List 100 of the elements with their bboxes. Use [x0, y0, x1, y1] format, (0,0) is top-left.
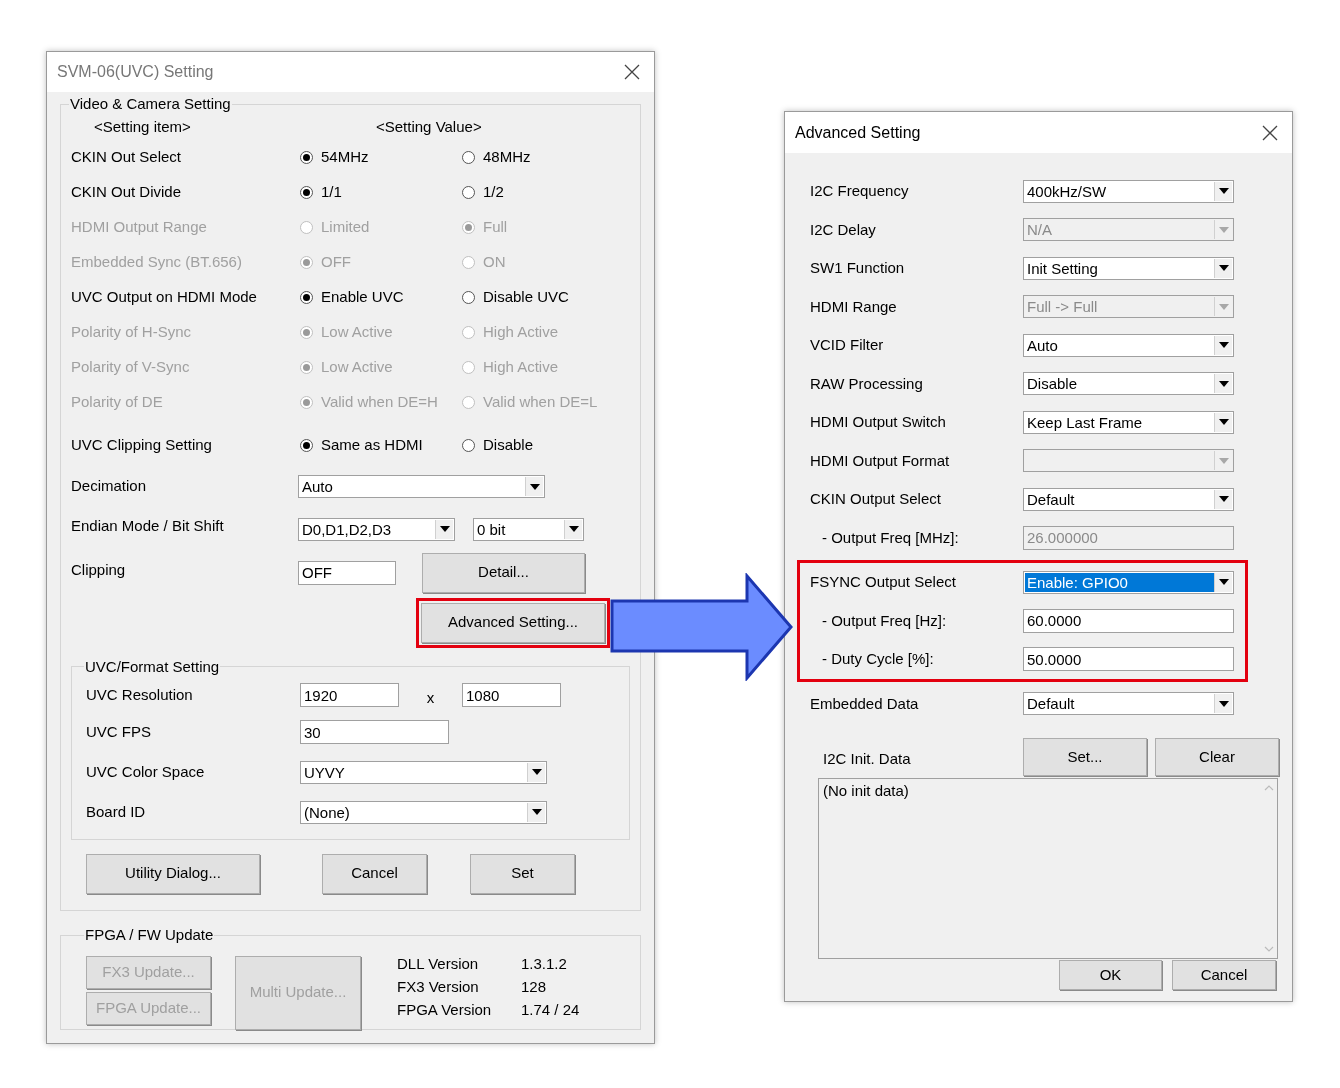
caret-icon: [1218, 303, 1229, 310]
text-field[interactable]: 50.0000: [1023, 647, 1234, 672]
setting-label: VCID Filter: [810, 335, 885, 355]
field-label: Clipping: [71, 559, 127, 580]
setting-label: I2C Delay: [810, 219, 877, 240]
field-label: DLL Version: [397, 953, 480, 974]
button[interactable]: Utility Dialog...: [86, 853, 260, 894]
dropdown[interactable]: Keep Last Frame: [1023, 410, 1234, 434]
button[interactable]: Clear: [1155, 738, 1279, 776]
column-header: <Setting Value>: [376, 117, 482, 138]
group-title: Video & Camera Setting: [69, 94, 232, 114]
scroll-down-icon[interactable]: [1263, 946, 1274, 952]
caret-icon: [531, 809, 542, 815]
option-label: 1/1: [321, 181, 342, 202]
dropdown[interactable]: Auto: [1023, 333, 1234, 357]
option-label: Disable: [483, 434, 534, 455]
field-label: Board ID: [86, 801, 147, 822]
radio-button[interactable]: [462, 185, 475, 199]
radio-button[interactable]: [300, 438, 313, 452]
setting-label: HDMI Output Switch: [810, 412, 947, 432]
caret-icon: [1218, 380, 1229, 387]
text-field[interactable]: OFF: [298, 560, 396, 585]
button[interactable]: Cancel: [322, 853, 427, 894]
setting-label: RAW Processing: [810, 373, 924, 394]
radio-button[interactable]: [300, 290, 313, 304]
dropdown[interactable]: Init Setting: [1023, 256, 1234, 280]
setting-label: - Duty Cycle [%]:: [821, 649, 935, 669]
field-label: I2C Init. Data: [823, 748, 912, 769]
dropdown[interactable]: (None): [300, 800, 547, 824]
group-title: UVC/Format Setting: [84, 656, 221, 677]
setting-label: CKIN Output Select: [810, 489, 942, 509]
caret-icon: [1218, 419, 1229, 426]
text-area-content: (No init data): [823, 782, 909, 799]
dropdown[interactable]: D0,D1,D2,D3: [298, 517, 455, 541]
radio-button[interactable]: [462, 150, 475, 164]
version-value: 128: [521, 976, 547, 997]
setting-label: Polarity of V-Sync: [71, 356, 191, 377]
setting-label: SW1 Function: [810, 258, 906, 278]
dropdown[interactable]: 400kHz/SW: [1023, 179, 1234, 203]
option-label: Valid when DE=H: [321, 391, 438, 412]
button[interactable]: Detail...: [422, 552, 585, 593]
caret-icon: [1218, 457, 1229, 464]
setting-label: FSYNC Output Select: [810, 572, 957, 592]
setting-label: CKIN Out Select: [71, 146, 183, 167]
text-area[interactable]: (No init data): [818, 778, 1278, 959]
group-title: FPGA / FW Update: [84, 925, 215, 945]
setting-label: HDMI Range: [810, 296, 898, 317]
scroll-up-icon[interactable]: [1263, 785, 1274, 791]
dropdown[interactable]: Auto: [298, 475, 545, 498]
dropdown[interactable]: Default: [1023, 487, 1234, 511]
option-label: Same as HDMI: [321, 434, 423, 455]
setting-label: CKIN Out Divide: [71, 181, 183, 202]
setting-label: Polarity of H-Sync: [71, 321, 193, 342]
button[interactable]: Advanced Setting...: [421, 602, 605, 643]
button[interactable]: Cancel: [1172, 960, 1276, 990]
text-field[interactable]: 30: [300, 720, 449, 744]
setting-label: - Output Freq [MHz]:: [821, 527, 960, 548]
version-value: 1.3.1.2: [521, 953, 567, 974]
caret-icon: [1218, 265, 1229, 272]
caret-icon: [531, 769, 542, 775]
dropdown[interactable]: Enable: GPIO0: [1023, 570, 1234, 594]
button[interactable]: OK: [1059, 960, 1162, 990]
dropdown[interactable]: Default: [1023, 692, 1234, 716]
text-field[interactable]: 1920: [300, 683, 399, 707]
field-label: UVC FPS: [86, 721, 152, 742]
text-field[interactable]: 1080: [462, 683, 561, 707]
radio-button[interactable]: [462, 290, 475, 304]
setting-label: UVC Clipping Setting: [71, 434, 213, 455]
radio-button[interactable]: [300, 185, 313, 199]
button[interactable]: Set...: [1023, 738, 1147, 776]
close-icon[interactable]: [624, 64, 640, 80]
field-label: Decimation: [71, 476, 148, 497]
radio-button[interactable]: [462, 438, 475, 452]
dropdown[interactable]: UYVY: [300, 760, 547, 784]
caret-icon: [1218, 496, 1229, 503]
setting-label: HDMI Output Range: [71, 216, 208, 237]
setting-label: - Output Freq [Hz]:: [821, 610, 948, 631]
arrow-icon: [610, 573, 794, 681]
text-field[interactable]: 60.0000: [1023, 608, 1234, 633]
field-label: UVC Resolution: [86, 684, 194, 705]
caret-icon: [1218, 342, 1229, 349]
button[interactable]: Set: [470, 853, 575, 894]
window-title: SVM-06(UVC) Setting: [57, 62, 214, 82]
setting-label: UVC Output on HDMI Mode: [71, 286, 258, 307]
version-value: 1.74 / 24: [521, 999, 580, 1020]
caret-icon: [1218, 700, 1229, 707]
field-label: UVC Color Space: [86, 761, 206, 782]
setting-label: HDMI Output Format: [810, 450, 951, 471]
option-label: Low Active: [321, 356, 393, 377]
dropdown[interactable]: 0 bit: [473, 517, 584, 541]
option-label: 54MHz: [321, 146, 369, 167]
field-label: Endian Mode / Bit Shift: [71, 515, 225, 536]
caret-icon: [439, 526, 450, 532]
option-label: 1/2: [483, 181, 504, 202]
close-icon[interactable]: [1262, 124, 1278, 141]
option-label: 48MHz: [483, 146, 531, 167]
column-header: <Setting item>: [94, 117, 192, 138]
radio-button[interactable]: [300, 150, 313, 164]
dropdown[interactable]: Disable: [1023, 372, 1234, 396]
field-label: FPGA Version: [397, 999, 493, 1020]
